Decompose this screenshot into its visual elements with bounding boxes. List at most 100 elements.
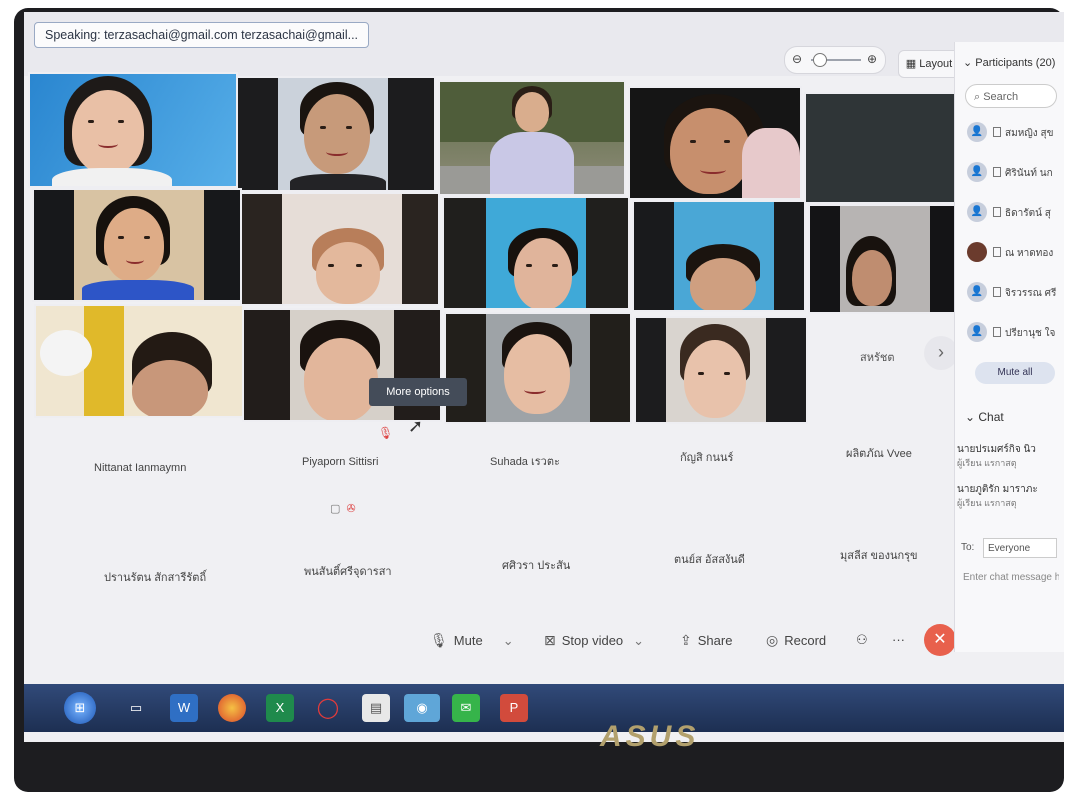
participant-list-item[interactable]: 👤 ปรียานุช ใจ bbox=[967, 322, 1063, 346]
record-button[interactable]: ◎ Record bbox=[766, 632, 826, 649]
avatar bbox=[967, 242, 987, 262]
chat-message-input[interactable]: Enter chat message here bbox=[963, 572, 1059, 583]
participants-icon[interactable]: ⚇ bbox=[856, 632, 868, 648]
end-meeting-button[interactable]: ✕ bbox=[924, 624, 956, 656]
chat-message-sender: นายภูติรัก มาราภะ bbox=[957, 484, 1038, 495]
chat-panel-title[interactable]: ⌄ Chat bbox=[965, 410, 1004, 424]
windows-taskbar: ⊞ ▭ W X ◯ ▤ ◉ ✉ P bbox=[24, 684, 1064, 732]
video-off-icon bbox=[993, 327, 1001, 337]
chevron-down-icon: ⌄ bbox=[965, 410, 979, 424]
participant-search-input[interactable]: ⌕ Search bbox=[965, 84, 1057, 108]
participant-list-item[interactable]: 👤 สมหญิง สุข bbox=[967, 122, 1063, 146]
speaking-indicator: Speaking: terzasachai@gmail.com terzasac… bbox=[34, 22, 370, 48]
video-tile[interactable] bbox=[808, 204, 958, 314]
opera-icon[interactable]: ◯ bbox=[314, 694, 342, 722]
video-off-icon bbox=[993, 247, 1001, 257]
participants-panel-title[interactable]: ⌄ Participants (20) bbox=[963, 56, 1055, 69]
side-panel: ⌄ Participants (20) ⌕ Search 👤 สมหญิง สุ… bbox=[954, 42, 1064, 652]
participant-list-item[interactable]: 👤 ศิรินันท์ นก bbox=[967, 162, 1063, 186]
video-tile[interactable] bbox=[438, 80, 626, 196]
record-icon: ◎ bbox=[766, 632, 779, 648]
video-off-icon: ▢ bbox=[330, 503, 341, 515]
participant-name: ผลิตภัณ Vvee bbox=[846, 448, 912, 460]
participant-name: มุสลีส ของนกรุข bbox=[840, 550, 918, 562]
word-icon[interactable]: W bbox=[170, 694, 198, 722]
avatar: 👤 bbox=[967, 282, 987, 302]
chevron-down-icon: ⌄ bbox=[963, 57, 976, 69]
video-tile[interactable] bbox=[32, 188, 242, 302]
mute-all-button[interactable]: Mute all bbox=[975, 362, 1055, 384]
video-tile[interactable] bbox=[240, 192, 440, 306]
zoom-slider-knob[interactable] bbox=[813, 53, 827, 67]
participant-face bbox=[304, 338, 378, 420]
mute-button[interactable]: 🎙 Mute ⌄ bbox=[430, 632, 514, 649]
participant-name: Nittanat Ianmaymn bbox=[94, 462, 187, 474]
layout-grid-icon: ▦ bbox=[905, 58, 920, 70]
video-off-icon bbox=[993, 287, 1001, 297]
meeting-control-bar: 🎙 Mute ⌄ ⊠ Stop video ⌄ ⇪ Share ◎ Record ⚇ ···… bbox=[404, 624, 964, 664]
video-off-icon bbox=[993, 207, 1001, 217]
video-tile[interactable] bbox=[34, 304, 244, 418]
video-off-icon bbox=[993, 167, 1001, 177]
share-icon: ⇪ bbox=[680, 632, 692, 648]
line-icon[interactable]: ✉ bbox=[452, 694, 480, 722]
video-tile[interactable] bbox=[236, 76, 436, 192]
participant-list-item[interactable]: 👤 จิรวรรณ ศรี bbox=[967, 282, 1063, 306]
avatar: 👤 bbox=[967, 322, 987, 342]
video-tile[interactable] bbox=[634, 316, 808, 424]
participant-name: ตนย์ส อัสสงันดี bbox=[674, 554, 745, 566]
video-tile[interactable] bbox=[804, 92, 958, 204]
next-page-arrow-icon[interactable]: › bbox=[924, 336, 958, 370]
participant-face bbox=[504, 334, 570, 414]
participant-face bbox=[304, 94, 370, 174]
participant-status-icons: ▢ ✇ bbox=[330, 502, 356, 515]
participant-face bbox=[690, 258, 756, 310]
mouse-cursor-icon: ➚ bbox=[408, 416, 424, 436]
chrome-icon[interactable] bbox=[218, 694, 246, 722]
excel-icon[interactable]: X bbox=[266, 694, 294, 722]
video-camera-icon: ⊠ bbox=[544, 632, 556, 648]
more-options-tooltip: More options bbox=[369, 378, 467, 406]
video-tile[interactable] bbox=[628, 86, 802, 200]
participant-name: Piyaporn Sittisri bbox=[302, 456, 379, 468]
meeting-window: Speaking: terzasachai@gmail.com terzasac… bbox=[24, 12, 1064, 742]
participant-name: Suhada เรวตะ bbox=[490, 456, 560, 468]
participant-face bbox=[72, 90, 144, 174]
asus-logo: ASUS bbox=[600, 720, 700, 753]
chevron-down-icon[interactable]: ⌄ bbox=[633, 633, 644, 648]
zoom-control[interactable]: ⊖ ⊕ bbox=[784, 46, 886, 74]
participant-face bbox=[316, 242, 380, 304]
webex-meeting-icon[interactable]: ◉ bbox=[404, 694, 440, 722]
start-button-icon[interactable]: ⊞ bbox=[64, 692, 96, 724]
microphone-icon[interactable]: 🎙 bbox=[378, 426, 393, 440]
powerpoint-icon[interactable]: P bbox=[500, 694, 528, 722]
participant-name: พนสันติ์ศรีจุดารสา bbox=[304, 566, 392, 578]
notepad-icon[interactable]: ▤ bbox=[362, 694, 390, 722]
participant-name-label: สหรัชต bbox=[860, 352, 895, 364]
chat-recipient-select[interactable]: Everyone bbox=[983, 538, 1057, 558]
participant-face bbox=[684, 340, 746, 418]
video-tile[interactable] bbox=[444, 312, 632, 424]
video-grid bbox=[28, 72, 958, 424]
chevron-down-icon[interactable]: ⌄ bbox=[503, 633, 514, 648]
video-tile[interactable] bbox=[442, 196, 630, 310]
microphone-icon: 🎙 bbox=[430, 632, 448, 648]
participant-face bbox=[852, 250, 892, 306]
participant-list-item[interactable]: ณ หาดทอง bbox=[967, 242, 1063, 266]
more-icon[interactable]: ··· bbox=[892, 632, 905, 647]
avatar: 👤 bbox=[967, 122, 987, 142]
participant-name: ปรานรัตน สักสารีรัตถิ์ bbox=[104, 572, 207, 584]
video-tile[interactable] bbox=[632, 200, 806, 312]
stop-video-button[interactable]: ⊠ Stop video ⌄ bbox=[544, 632, 644, 649]
zoom-in-icon[interactable]: ⊕ bbox=[867, 52, 877, 66]
chat-recipient-label: To: bbox=[961, 542, 975, 553]
participant-face bbox=[670, 108, 750, 194]
chat-message-text: ผู้เรียน แรกาสตุ bbox=[957, 498, 1017, 508]
task-view-icon[interactable]: ▭ bbox=[122, 694, 150, 722]
participant-face bbox=[514, 238, 572, 308]
video-tile[interactable] bbox=[28, 72, 238, 188]
participant-list-item[interactable]: 👤 ธิดารัตน์ สุ bbox=[967, 202, 1063, 226]
share-button[interactable]: ⇪ Share bbox=[680, 632, 732, 649]
participant-face bbox=[104, 208, 164, 282]
zoom-out-icon[interactable]: ⊖ bbox=[792, 52, 802, 66]
